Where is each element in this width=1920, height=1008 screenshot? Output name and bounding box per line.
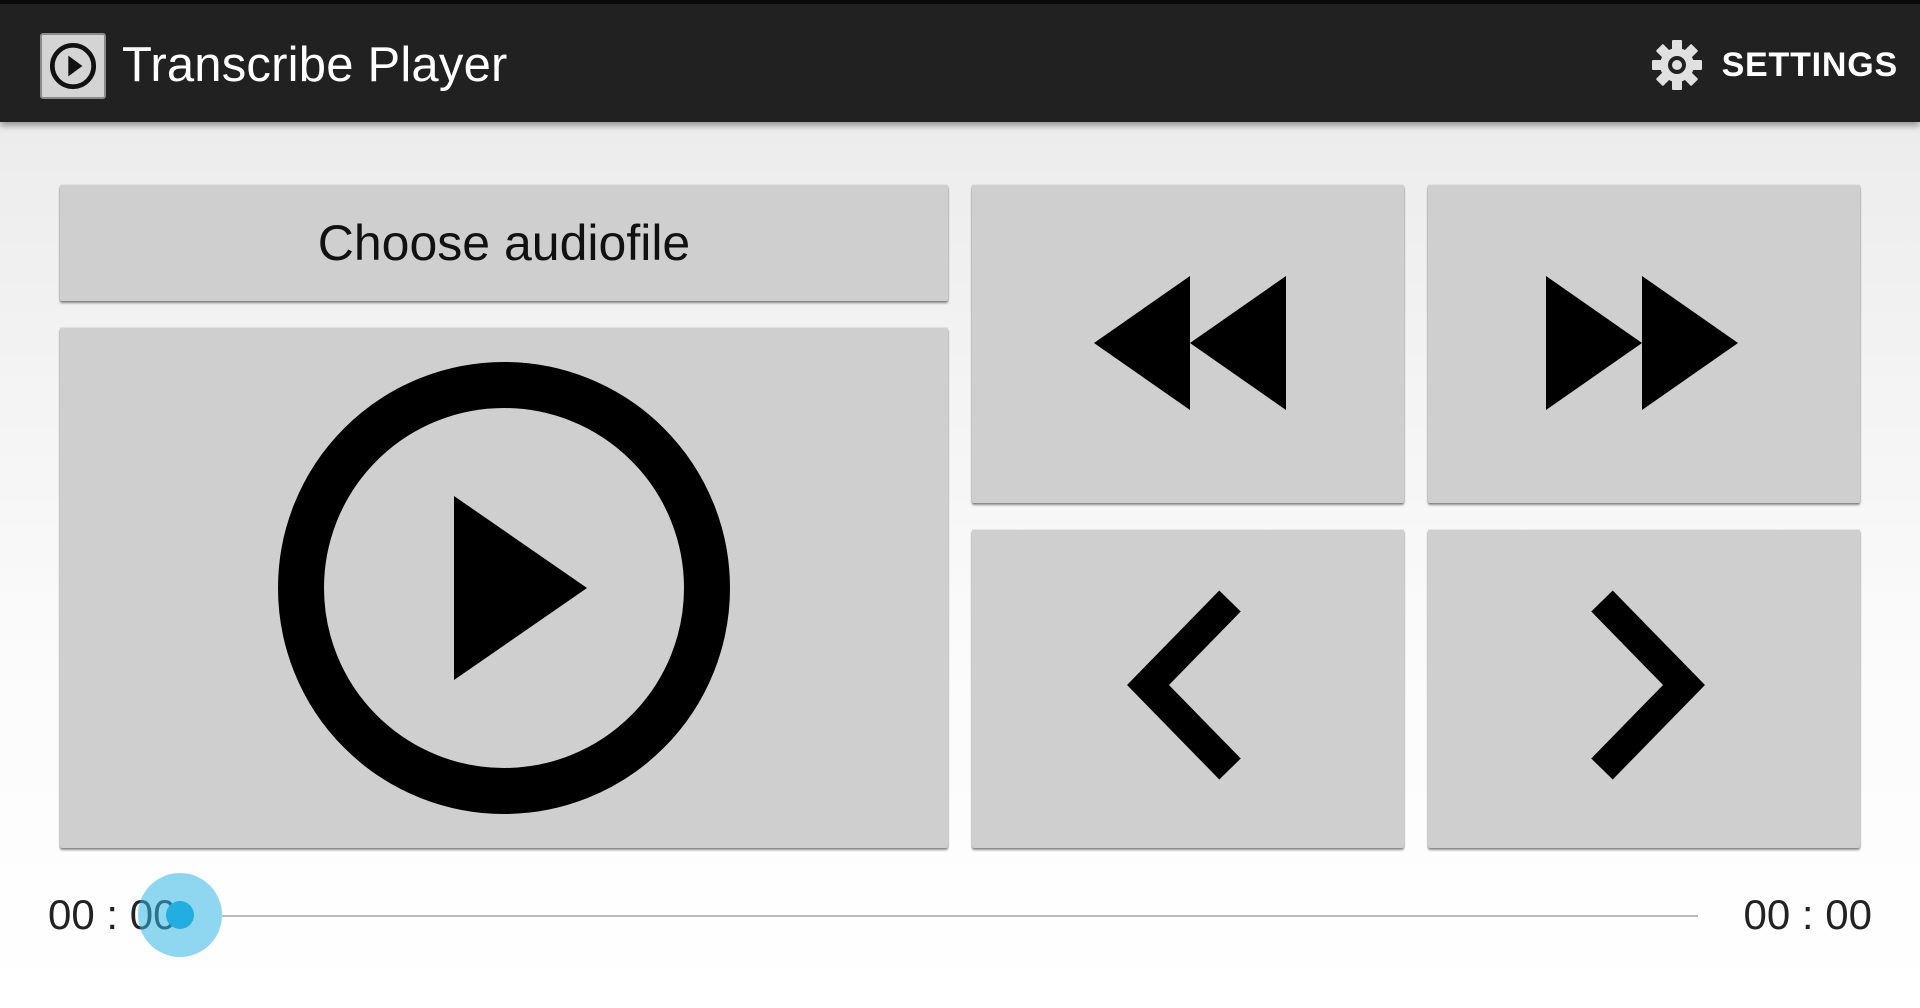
total-time: 00 : 00 [1743,891,1872,938]
chevron-left-icon [1127,590,1241,780]
seek-row: 00 : 00 00 : 00 [0,860,1920,970]
settings-button[interactable]: SETTINGS [1650,30,1898,100]
chevron-right-icon [1591,590,1705,780]
fast-forward-icon [1546,276,1738,410]
play-circle-icon[interactable] [40,33,106,99]
seek-track[interactable] [222,915,1698,917]
action-bar: Transcribe Player SETTINGS [0,0,1920,122]
previous-button[interactable] [972,530,1404,848]
next-button[interactable] [1428,530,1860,848]
app-title: Transcribe Player [122,38,508,92]
choose-audiofile-button[interactable]: Choose audiofile [60,185,948,301]
seek-thumb[interactable] [166,901,194,929]
play-button[interactable] [60,328,948,848]
fast-forward-button[interactable] [1428,185,1860,503]
rewind-button[interactable] [972,185,1404,503]
play-circle-icon [278,362,730,814]
player-content: Choose audiofile 00 : 00 00: 00 [0,122,1920,1008]
settings-label: SETTINGS [1721,45,1898,84]
rewind-icon [1094,276,1286,410]
gear-icon [1651,40,1702,90]
